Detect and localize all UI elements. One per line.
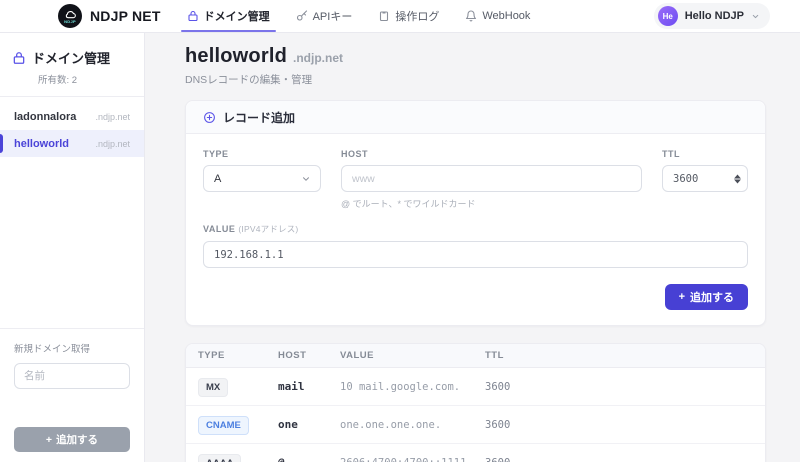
ttl-label: TTL xyxy=(662,149,748,159)
plus-icon: + xyxy=(46,434,52,446)
domain-list: ladonnalora .ndjp.net helloworld .ndjp.n… xyxy=(0,97,144,163)
type-select-value: A xyxy=(214,173,221,185)
records-table: TYPE HOST VALUE TTL MX mail 10 mail.goog… xyxy=(185,343,766,462)
user-name: Hello NDJP xyxy=(685,10,744,22)
record-host: @ xyxy=(278,456,340,462)
new-domain-name-input[interactable] xyxy=(14,363,130,389)
main-nav: ドメイン管理 APIキー 操作ログ WebHook xyxy=(187,0,531,32)
chevron-down-icon xyxy=(301,174,311,184)
nav-label: ドメイン管理 xyxy=(204,8,270,24)
stepper-down-icon xyxy=(734,179,741,183)
record-ttl: 3600 xyxy=(485,419,765,431)
type-select[interactable]: A xyxy=(203,165,321,192)
column-value: VALUE xyxy=(340,350,485,361)
page-title-row: helloworld .ndjp.net xyxy=(185,45,766,68)
key-icon xyxy=(296,10,308,22)
record-type-badge: MX xyxy=(198,378,228,397)
record-host: mail xyxy=(278,380,340,393)
user-menu[interactable]: He Hello NDJP xyxy=(654,3,770,29)
column-type: TYPE xyxy=(198,350,278,361)
nav-item-api-key[interactable]: APIキー xyxy=(296,0,353,32)
topbar: NDJP NDJP NET ドメイン管理 APIキー 操作ログ WebHook … xyxy=(0,0,800,33)
host-label: HOST xyxy=(341,149,642,159)
record-type-badge: CNAME xyxy=(198,416,249,435)
page-subtitle: DNSレコードの編集・管理 xyxy=(185,72,766,87)
nav-label: 操作ログ xyxy=(395,8,439,24)
lock-icon xyxy=(187,10,199,22)
nav-label: WebHook xyxy=(482,10,530,22)
table-row[interactable]: MX mail 10 mail.google.com. 3600 xyxy=(186,368,765,406)
plus-circle-icon xyxy=(203,111,216,124)
nav-item-webhook[interactable]: WebHook xyxy=(465,0,530,32)
owned-count: 所有数: 2 xyxy=(38,72,132,86)
table-row[interactable]: AAAA @ 2606:4700:4700::1111 3600 xyxy=(186,444,765,462)
stepper-up-icon xyxy=(734,174,741,178)
column-ttl: TTL xyxy=(485,350,765,361)
sidebar-title: ドメイン管理 xyxy=(32,48,110,67)
new-domain-label: 新規ドメイン取得 xyxy=(14,341,130,355)
record-value: one.one.one.one. xyxy=(340,419,485,431)
add-record-card: レコード追加 TYPE A HOST @ でルート、* でワイルドカード TTL xyxy=(185,100,766,326)
brand-name: NDJP NET xyxy=(90,8,161,24)
sidebar-header: ドメイン管理 所有数: 2 xyxy=(0,33,144,96)
domain-name: ladonnalora xyxy=(14,111,76,123)
nav-label: APIキー xyxy=(313,8,353,24)
new-domain-add-button[interactable]: + 追加する xyxy=(14,427,130,452)
table-row[interactable]: CNAME one one.one.one.one. 3600 xyxy=(186,406,765,444)
chevron-down-icon xyxy=(751,12,760,21)
number-stepper[interactable] xyxy=(734,174,741,183)
record-type-badge: AAAA xyxy=(198,454,241,462)
avatar: He xyxy=(658,6,678,26)
cloud-icon xyxy=(65,10,76,19)
domain-item-ladonnalora[interactable]: ladonnalora .ndjp.net xyxy=(0,103,144,130)
sidebar: ドメイン管理 所有数: 2 ladonnalora .ndjp.net hell… xyxy=(0,33,145,462)
clipboard-icon xyxy=(378,10,390,22)
record-host: one xyxy=(278,418,340,431)
add-record-button-label: 追加する xyxy=(690,289,734,305)
logo-text: NDJP xyxy=(64,19,76,24)
value-label: VALUE (IPV4アドレス) xyxy=(203,223,748,235)
record-value: 10 mail.google.com. xyxy=(340,381,485,393)
domain-item-helloworld[interactable]: helloworld .ndjp.net xyxy=(0,130,144,157)
nav-item-domain-management[interactable]: ドメイン管理 xyxy=(187,0,270,32)
record-value: 2606:4700:4700::1111 xyxy=(340,457,485,462)
nav-item-operation-log[interactable]: 操作ログ xyxy=(378,0,439,32)
host-hint: @ でルート、* でワイルドカード xyxy=(341,197,642,210)
lock-icon xyxy=(12,51,26,65)
type-label: TYPE xyxy=(203,149,321,159)
new-domain-section: 新規ドメイン取得 + 追加する xyxy=(0,328,144,462)
app-logo[interactable]: NDJP xyxy=(58,4,82,28)
record-ttl: 3600 xyxy=(485,381,765,393)
bell-icon xyxy=(465,10,477,22)
table-header-row: TYPE HOST VALUE TTL xyxy=(186,344,765,368)
new-domain-add-label: 追加する xyxy=(56,432,98,447)
host-input[interactable] xyxy=(341,165,642,192)
add-record-title: レコード追加 xyxy=(223,109,295,126)
page-title-suffix: .ndjp.net xyxy=(293,51,343,65)
plus-icon: + xyxy=(679,291,685,303)
domain-suffix: .ndjp.net xyxy=(95,139,130,149)
main-content: helloworld .ndjp.net DNSレコードの編集・管理 レコード追… xyxy=(145,33,800,462)
add-record-button[interactable]: + 追加する xyxy=(665,284,748,310)
page-title: helloworld xyxy=(185,45,287,68)
record-ttl: 3600 xyxy=(485,457,765,462)
value-sublabel: (IPV4アドレス) xyxy=(238,224,298,234)
value-input[interactable] xyxy=(203,241,748,268)
domain-suffix: .ndjp.net xyxy=(95,112,130,122)
domain-name: helloworld xyxy=(14,138,69,150)
column-host: HOST xyxy=(278,350,340,361)
add-record-header: レコード追加 xyxy=(186,101,765,134)
